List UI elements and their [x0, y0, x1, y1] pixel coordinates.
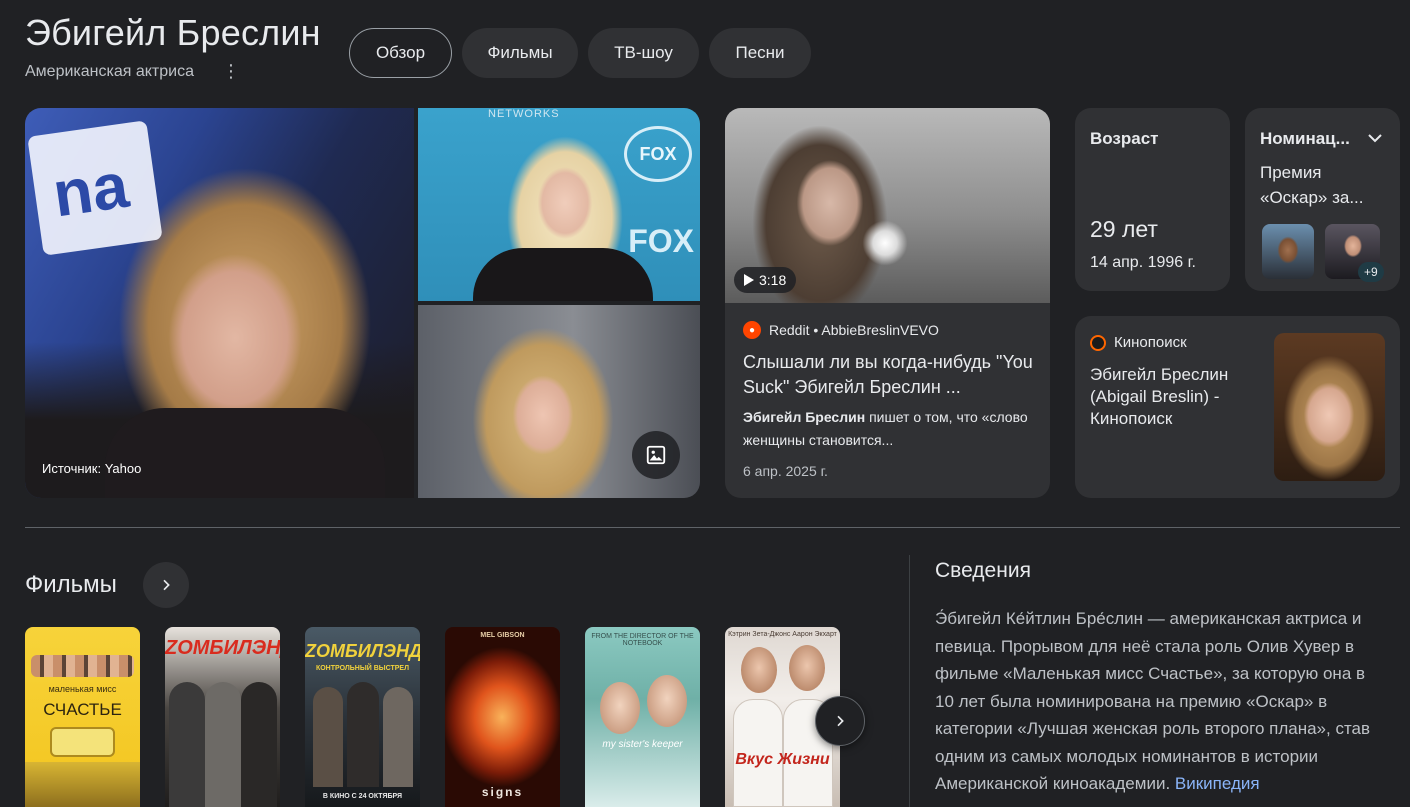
chevron-down-icon[interactable]	[1363, 126, 1387, 150]
fox-logo: FOX	[624, 126, 692, 182]
section-divider	[25, 527, 1400, 528]
poster-release: В КИНО С 24 ОКТЯБРЯ	[322, 793, 403, 800]
age-value: 29 лет	[1090, 216, 1158, 242]
video-duration-badge: 3:18	[734, 267, 797, 293]
tab-films[interactable]: Фильмы	[462, 28, 578, 78]
fox-logo: FOX	[628, 223, 694, 259]
poster-title: ZOMБИЛЭНД	[165, 637, 280, 659]
poster-art	[50, 727, 115, 757]
video-date: 6 апр. 2025 г.	[743, 463, 828, 479]
poster-signs[interactable]: MEL GIBSON signs	[445, 627, 560, 807]
poster-art	[205, 682, 241, 807]
image-source-label: Источник: Yahoo	[42, 461, 142, 476]
chevron-right-icon	[163, 579, 170, 591]
gallery-button[interactable]	[632, 431, 680, 479]
poster-art	[741, 647, 777, 693]
poster-title: my sister's keeper	[602, 739, 683, 750]
about-description: Э́бигейл Ке́йтлин Бре́слин — американска…	[935, 609, 1371, 793]
poster-credit: Кэтрин Зета-Джонс Аарон Экхарт	[728, 631, 837, 638]
video-source-label: Reddit • AbbieBreslinVEVO	[769, 322, 939, 338]
poster-art	[313, 687, 343, 787]
kinopoisk-source-label: Кинопоиск	[1114, 334, 1187, 351]
poster-art	[789, 645, 825, 691]
poster-subtitle: КОНТРОЛЬНЫЙ ВЫСТРЕЛ	[315, 665, 410, 672]
poster-art	[647, 675, 687, 727]
video-card[interactable]: 3:18 ● Reddit • AbbieBreslinVEVO Слышали…	[725, 108, 1050, 498]
poster-art	[169, 682, 205, 807]
chevron-right-icon	[837, 715, 844, 727]
nominations-label: Номинац...	[1260, 129, 1350, 148]
kinopoisk-thumbnail[interactable]	[1274, 333, 1385, 481]
video-duration: 3:18	[759, 272, 787, 288]
backdrop-logo	[27, 120, 163, 256]
poster-title: Вкус Жизни	[735, 751, 830, 768]
poster-art	[383, 687, 413, 787]
films-title[interactable]: Фильмы	[25, 571, 117, 599]
poster-credit: MEL GIBSON	[480, 632, 525, 639]
poster-art	[25, 762, 140, 807]
reddit-icon: ●	[743, 321, 761, 339]
page-subtitle: Американская актриса	[25, 63, 194, 80]
video-title[interactable]: Слышали ли вы когда-нибудь "You Suck" Эб…	[743, 350, 1038, 400]
films-scroll-next-button[interactable]	[815, 696, 865, 746]
tab-tv-shows[interactable]: ТВ-шоу	[588, 28, 699, 78]
image-icon	[646, 445, 666, 465]
poster-art	[347, 682, 379, 787]
wikipedia-link[interactable]: Википедия	[1175, 774, 1260, 793]
video-source: ● Reddit • AbbieBreslinVEVO	[743, 321, 939, 339]
photo-detail	[105, 408, 385, 498]
video-snippet: Эбигейл Бреслин пишет о том, что «слово …	[743, 406, 1038, 452]
tab-overview[interactable]: Обзор	[349, 28, 452, 78]
about-text: Э́бигейл Ке́йтлин Бре́слин — американска…	[935, 605, 1385, 798]
more-count-badge: +9	[1358, 262, 1384, 282]
play-icon	[744, 274, 754, 286]
films-more-button[interactable]	[143, 562, 189, 608]
snippet-bold: Эбигейл Бреслин	[743, 409, 866, 425]
column-divider	[909, 555, 910, 807]
poster-art	[600, 682, 640, 734]
poster-zombieland[interactable]: ZOMБИЛЭНД	[165, 627, 280, 807]
poster-art	[31, 655, 134, 677]
poster-my-sisters-keeper[interactable]: FROM THE DIRECTOR OF THE NOTEBOOK my sis…	[585, 627, 700, 807]
poster-art	[241, 682, 277, 807]
kinopoisk-title[interactable]: Эбигейл Бреслин (Abigail Breslin) - Кино…	[1090, 364, 1265, 430]
page-title: Эбигейл Бреслин	[25, 12, 321, 53]
photo-detail	[473, 248, 653, 301]
birth-date: 14 апр. 1996 г.	[1090, 254, 1196, 271]
kinopoisk-source: Кинопоиск	[1090, 334, 1187, 351]
photo-fox-event[interactable]: NETWORKS FOX FOX	[418, 108, 700, 301]
image-mosaic: NETWORKS FOX FOX Источник: Yahoo	[25, 108, 700, 498]
poster-title: маленькая мисс	[48, 684, 117, 694]
poster-title: ZOMБИЛЭНД	[305, 641, 420, 661]
nominee-thumbnail[interactable]	[1262, 224, 1314, 279]
nominations-card[interactable]: Номинац... Премия «Оскар» за... +9	[1245, 108, 1400, 291]
poster-credit: FROM THE DIRECTOR OF THE NOTEBOOK	[591, 633, 694, 647]
nominations-text: Премия «Оскар» за...	[1260, 163, 1364, 207]
age-label: Возраст	[1090, 129, 1159, 148]
kinopoisk-card[interactable]: Кинопоиск Эбигейл Бреслин (Abigail Bresl…	[1075, 316, 1400, 498]
poster-title: СЧАСТЬЕ	[43, 700, 122, 719]
kinopoisk-icon	[1090, 334, 1106, 351]
age-card[interactable]: Возраст 29 лет 14 апр. 1996 г.	[1075, 108, 1230, 291]
poster-title: signs	[481, 785, 524, 799]
more-options-icon[interactable]: ⋮	[222, 60, 240, 82]
about-title: Сведения	[935, 559, 1031, 582]
poster-zombieland-2[interactable]: ZOMБИЛЭНД КОНТРОЛЬНЫЙ ВЫСТРЕЛ В КИНО С 2…	[305, 627, 420, 807]
main-photo[interactable]	[25, 108, 414, 498]
poster-little-miss-sunshine[interactable]: маленькая мисс СЧАСТЬЕ	[25, 627, 140, 807]
tab-songs[interactable]: Песни	[709, 28, 811, 78]
photo-detail: NETWORKS	[488, 108, 560, 120]
